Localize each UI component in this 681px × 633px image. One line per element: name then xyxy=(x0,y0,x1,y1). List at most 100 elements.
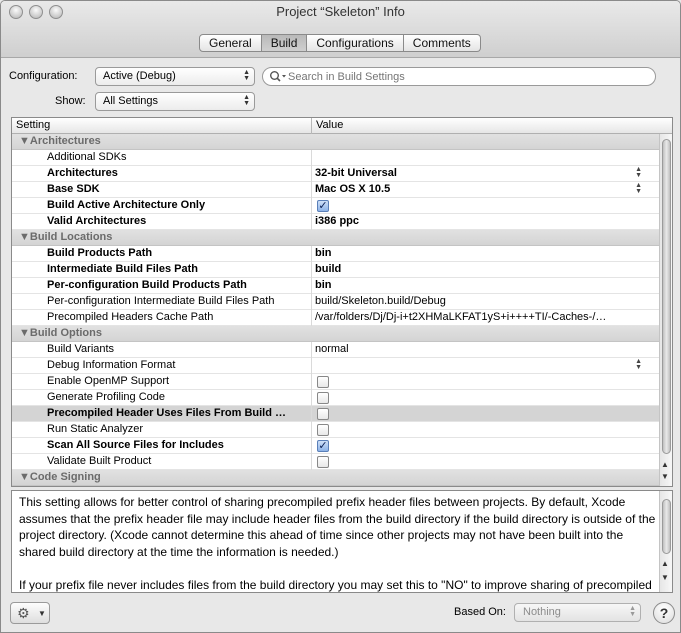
column-divider xyxy=(311,390,312,406)
table-row[interactable]: Per-configuration Build Products Path bin xyxy=(12,278,660,294)
setting-name: Build Variants xyxy=(47,343,115,355)
table-row[interactable]: Generate Profiling Code xyxy=(12,390,660,406)
table-row[interactable]: Precompiled Header Uses Files From Build… xyxy=(12,406,660,422)
table-rows: ▼Architectures Additional SDKs Architectur… xyxy=(12,134,660,486)
setting-name: Per-configuration Build Products Path xyxy=(47,279,247,291)
table-row[interactable]: Architectures 32-bit Universal ▲ ▼ xyxy=(12,166,660,182)
setting-value[interactable]: 32-bit Universal xyxy=(315,167,659,179)
based-on-popup[interactable]: Nothing ▲ ▼ xyxy=(514,603,641,622)
setting-value[interactable]: normal xyxy=(315,343,659,355)
show-popup[interactable]: All Settings ▲ ▼ xyxy=(95,92,255,111)
gear-icon: ⚙ xyxy=(17,605,30,621)
column-divider xyxy=(311,166,312,182)
settings-group-header[interactable]: ▼Build Locations xyxy=(12,230,660,246)
setting-name: Run Static Analyzer xyxy=(47,423,143,435)
title-bar: Project “Skeleton” Info General Build Co… xyxy=(1,1,680,58)
show-value: All Settings xyxy=(103,95,159,107)
setting-name: Per-configuration Intermediate Build Fil… xyxy=(47,295,275,307)
table-row[interactable]: Build Variants normal xyxy=(12,342,660,358)
based-on-label: Based On: xyxy=(454,606,506,618)
table-header: Setting Value xyxy=(12,118,672,134)
table-row[interactable]: Intermediate Build Files Path build xyxy=(12,262,660,278)
scrollbar-thumb[interactable] xyxy=(662,499,671,554)
setting-value[interactable]: bin xyxy=(315,247,659,259)
column-divider xyxy=(311,454,312,470)
popup-arrows-icon[interactable]: ▲ ▼ xyxy=(635,182,642,195)
setting-value[interactable]: build/Skeleton.build/Debug xyxy=(315,295,659,307)
setting-name: Build Active Architecture Only xyxy=(47,199,206,211)
setting-value[interactable]: i386 ppc xyxy=(315,215,659,227)
table-row[interactable]: Valid Architectures i386 ppc xyxy=(12,214,660,230)
table-row[interactable]: Debug Information Format ▲ ▼ xyxy=(12,358,660,374)
settings-group-header[interactable]: ▼Code Signing xyxy=(12,470,660,486)
column-divider xyxy=(311,294,312,310)
table-row[interactable]: Build Active Architecture Only ✓ xyxy=(12,198,660,214)
table-row[interactable]: Base SDK Mac OS X 10.5 ▲ ▼ xyxy=(12,182,660,198)
configuration-value: Active (Debug) xyxy=(103,70,176,82)
chevron-down-icon: ▼ xyxy=(38,609,46,618)
column-divider xyxy=(311,214,312,230)
table-row[interactable]: Per-configuration Intermediate Build Fil… xyxy=(12,294,660,310)
popup-arrows-icon[interactable]: ▲ ▼ xyxy=(635,166,642,179)
setting-name: Precompiled Headers Cache Path xyxy=(47,311,214,323)
checkbox[interactable] xyxy=(317,456,329,468)
help-icon: ? xyxy=(659,605,669,621)
description-paragraph: This setting allows for better control o… xyxy=(19,495,656,559)
group-label: ▼Architectures xyxy=(19,135,101,147)
configuration-popup[interactable]: Active (Debug) ▲ ▼ xyxy=(95,67,255,86)
tab-bar: General Build Configurations Comments xyxy=(199,34,481,52)
table-row[interactable]: Scan All Source Files for Includes ✓ xyxy=(12,438,660,454)
build-settings-table: Setting Value ▼Architectures Additional S… xyxy=(11,117,673,487)
group-label: ▼Code Signing xyxy=(19,471,101,483)
checkbox[interactable] xyxy=(317,424,329,436)
group-label: ▼Build Locations xyxy=(19,231,113,243)
tab-comments[interactable]: Comments xyxy=(403,34,481,52)
setting-value[interactable]: build xyxy=(315,263,659,275)
checkbox-checked[interactable]: ✓ xyxy=(317,200,329,212)
action-menu-button[interactable]: ⚙ ▼ xyxy=(10,602,50,624)
setting-name: Validate Built Product xyxy=(47,455,152,467)
scroll-down-icon[interactable]: ▼ xyxy=(661,472,669,481)
scroll-up-icon[interactable]: ▲ xyxy=(661,559,669,568)
window-title: Project “Skeleton” Info xyxy=(276,4,405,19)
setting-name: Intermediate Build Files Path xyxy=(47,263,198,275)
popup-arrows-icon[interactable]: ▲ ▼ xyxy=(635,358,642,371)
column-divider xyxy=(311,422,312,438)
checkbox-checked[interactable]: ✓ xyxy=(317,440,329,452)
group-label: ▼Build Options xyxy=(19,327,102,339)
setting-value[interactable]: bin xyxy=(315,279,659,291)
column-divider xyxy=(311,438,312,454)
table-row[interactable]: Validate Built Product xyxy=(12,454,660,470)
popup-arrows-icon: ▲ ▼ xyxy=(243,94,250,107)
column-divider xyxy=(311,182,312,198)
table-row[interactable]: Build Products Path bin xyxy=(12,246,660,262)
tab-build[interactable]: Build xyxy=(261,34,308,52)
column-header-value[interactable]: Value xyxy=(316,119,343,131)
description-text: This setting allows for better control o… xyxy=(19,494,657,592)
popup-arrows-icon: ▲ ▼ xyxy=(243,69,250,82)
table-row[interactable]: Run Static Analyzer xyxy=(12,422,660,438)
tab-configurations[interactable]: Configurations xyxy=(307,34,404,52)
search-field[interactable] xyxy=(262,67,656,86)
setting-value[interactable]: /var/folders/Dj/Dj-i+t2XHMaLKFAT1yS+i+++… xyxy=(315,311,659,323)
settings-group-header[interactable]: ▼Architectures xyxy=(12,134,660,150)
show-label: Show: xyxy=(55,95,86,107)
settings-group-header[interactable]: ▼Build Options xyxy=(12,326,660,342)
table-row[interactable]: Additional SDKs xyxy=(12,150,660,166)
checkbox[interactable] xyxy=(317,376,329,388)
table-row[interactable]: Enable OpenMP Support xyxy=(12,374,660,390)
scrollbar-thumb[interactable] xyxy=(662,139,671,454)
checkbox[interactable] xyxy=(317,408,329,420)
search-input[interactable] xyxy=(288,69,638,84)
setting-value[interactable]: Mac OS X 10.5 xyxy=(315,183,659,195)
checkbox[interactable] xyxy=(317,392,329,404)
table-scrollbar[interactable]: ▲ ▼ xyxy=(659,134,672,486)
table-row[interactable]: Precompiled Headers Cache Path/var/folde… xyxy=(12,310,660,326)
description-paragraph: If your prefix file never includes files… xyxy=(19,577,652,592)
scroll-down-icon[interactable]: ▼ xyxy=(661,573,669,582)
help-button[interactable]: ? xyxy=(653,602,675,624)
tab-general[interactable]: General xyxy=(199,34,262,52)
column-header-setting[interactable]: Setting xyxy=(16,119,50,131)
description-scrollbar[interactable]: ▲ ▼ xyxy=(659,491,672,592)
scroll-up-icon[interactable]: ▲ xyxy=(661,460,669,469)
